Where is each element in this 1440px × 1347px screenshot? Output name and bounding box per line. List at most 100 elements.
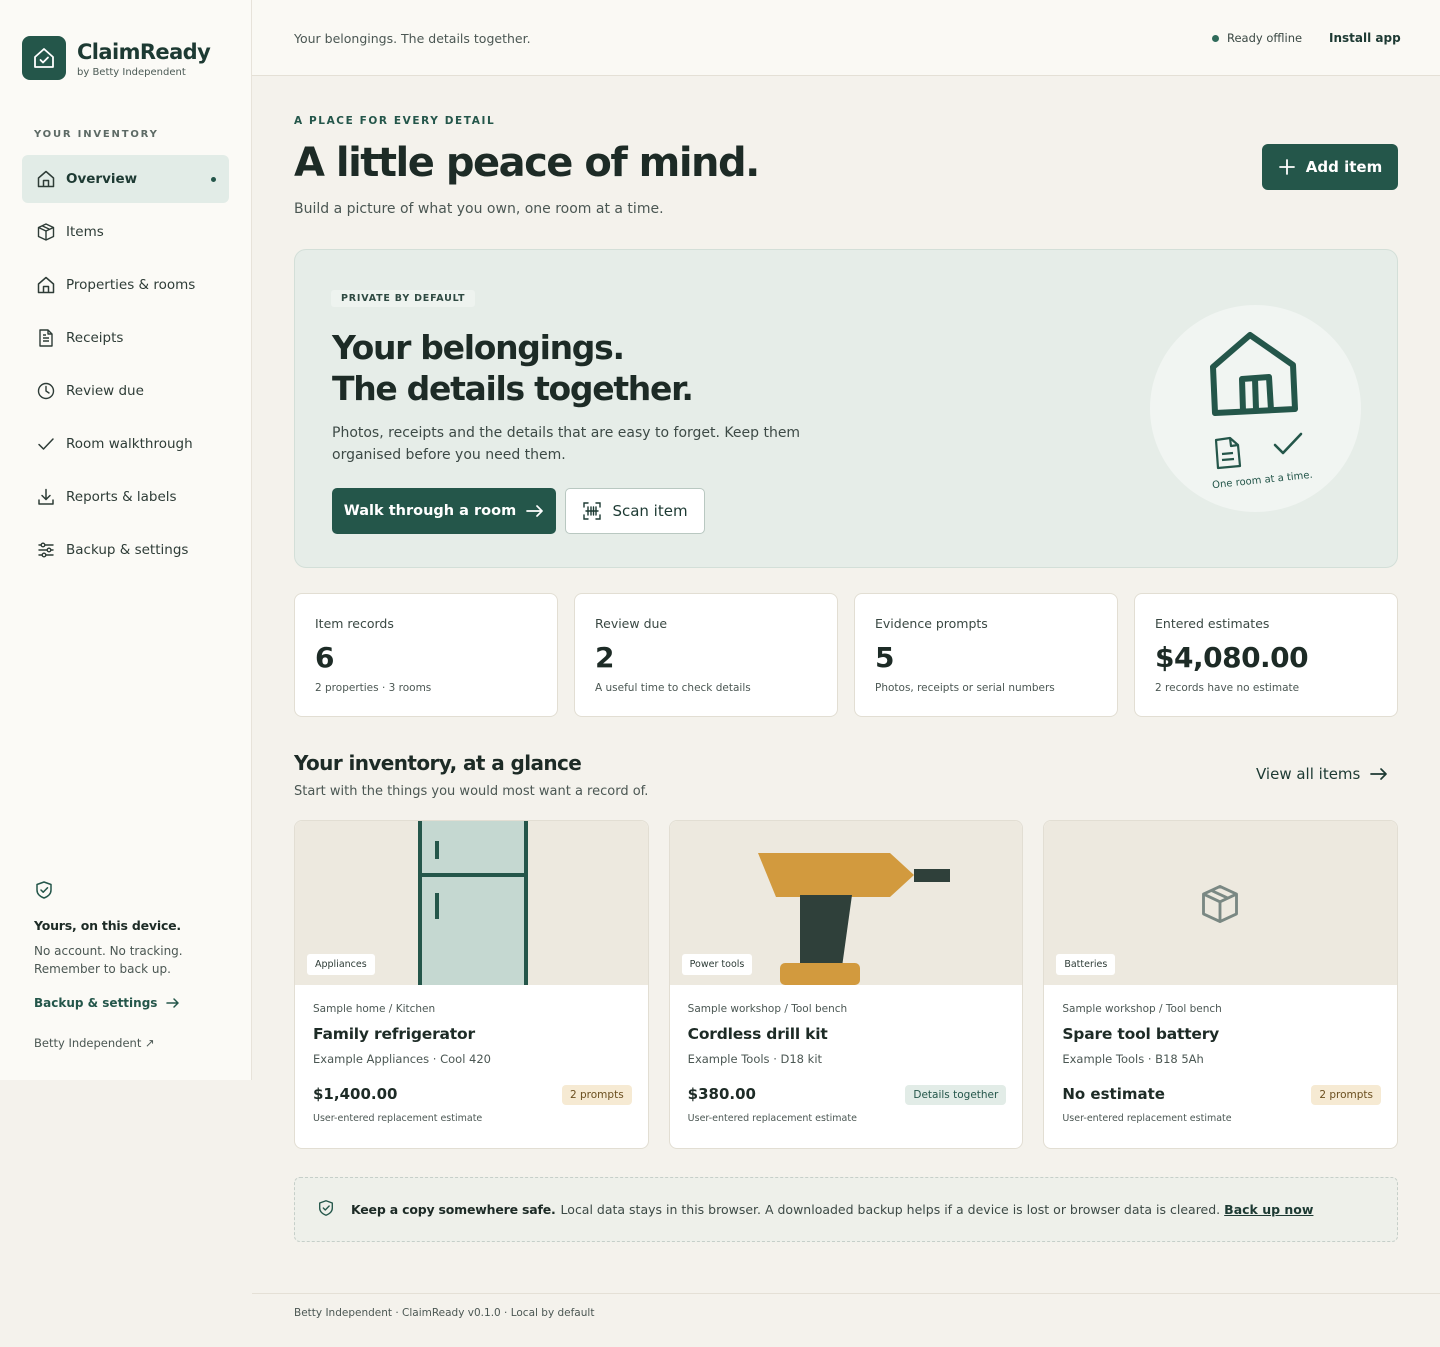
document-icon: [36, 328, 56, 348]
add-item-button[interactable]: Add item: [1262, 144, 1398, 190]
brand-logo-icon: [22, 36, 66, 80]
sidebar-item-backup-settings[interactable]: Backup & settings: [22, 526, 229, 574]
stat-label: Review due: [595, 616, 668, 631]
card-title: Spare tool battery: [1062, 1025, 1220, 1043]
status-label: Ready offline: [1227, 31, 1303, 45]
card-title: Family refrigerator: [313, 1025, 475, 1043]
house-icon: [1210, 332, 1298, 416]
backup-reminder: Keep a copy somewhere safe. Local data s…: [294, 1177, 1398, 1242]
footer-text: Betty Independent · ClaimReady v0.1.0 · …: [294, 1307, 595, 1319]
stat-card-evidence-prompts[interactable]: Evidence prompts 5 Photos, receipts or s…: [854, 593, 1118, 717]
credit-link[interactable]: Betty Independent ↗: [34, 1036, 224, 1050]
sidebar-nav: Overview Items Properties & rooms Receip…: [22, 155, 229, 579]
card-location: Sample workshop / Tool bench: [1062, 1003, 1222, 1015]
sidebar-footer-text: No account. No tracking.: [34, 944, 183, 958]
shield-check-icon: [317, 1199, 335, 1220]
stat-sub: Photos, receipts or serial numbers: [875, 682, 1055, 694]
scan-item-button[interactable]: Scan item: [565, 488, 705, 534]
stat-value: $4,080.00: [1155, 641, 1309, 674]
install-app-button[interactable]: Install app: [1329, 31, 1401, 45]
drill-icon: [757, 853, 950, 985]
backup-settings-link[interactable]: Backup & settings: [34, 996, 224, 1010]
sidebar-item-label: Overview: [66, 171, 138, 187]
status-dot: [1212, 34, 1219, 42]
sidebar-item-items[interactable]: Items: [22, 208, 229, 256]
card-note: User-entered replacement estimate: [1062, 1113, 1232, 1124]
arrow-right-icon: [526, 505, 544, 517]
stat-card-review-due[interactable]: Review due 2 A useful time to check deta…: [574, 593, 838, 717]
arrow-right-icon: [166, 998, 180, 1008]
card-image: Appliances: [295, 821, 648, 985]
topbar: Your belongings. The details together. R…: [252, 0, 1440, 76]
sidebar-item-review-due[interactable]: Review due: [22, 367, 229, 415]
sidebar-heading: YOUR INVENTORY: [34, 129, 159, 140]
page-title: A little peace of mind.: [294, 140, 760, 186]
item-cards: Appliances Sample home / Kitchen Family …: [294, 820, 1399, 1149]
hero-text: Photos, receipts and the details that ar…: [332, 425, 801, 463]
card-image: Power tools: [669, 821, 1023, 985]
item-card-spare-tool-battery[interactable]: Batteries Sample workshop / Tool bench S…: [1043, 820, 1399, 1149]
sliders-icon: [36, 540, 56, 560]
card-category: Appliances: [307, 954, 375, 975]
backup-title: Keep a copy somewhere safe.: [351, 1202, 556, 1217]
add-item-label: Add item: [1305, 158, 1383, 176]
card-model: Example Appliances · Cool 420: [313, 1052, 491, 1066]
hero-panel: PRIVATE BY DEFAULT Your belongings. The …: [294, 249, 1398, 568]
backup-text: Local data stays in this browser. A down…: [560, 1202, 1221, 1217]
card-model: Example Tools · B18 5Ah: [1062, 1052, 1204, 1066]
brand-name: ClaimReady: [77, 40, 211, 64]
back-up-now-link[interactable]: Back up now: [1224, 1202, 1313, 1217]
brand-sub: by Betty Independent: [77, 67, 186, 78]
sidebar-footer: Yours, on this device. No account. No tr…: [34, 880, 224, 1050]
hero-art-caption: One room at a time.: [1211, 469, 1314, 492]
stat-value: 5: [875, 641, 894, 674]
sidebar-item-label: Receipts: [66, 330, 124, 346]
walk-through-room-button[interactable]: Walk through a room: [332, 488, 556, 534]
glance-subtitle: Start with the things you would most wan…: [294, 784, 649, 799]
sidebar-footer-text: Remember to back up.: [34, 962, 171, 976]
sidebar-item-room-walkthrough[interactable]: Room walkthrough: [22, 420, 229, 468]
stat-value: 2: [595, 641, 614, 674]
hero-tag: PRIVATE BY DEFAULT: [331, 290, 476, 307]
box-icon: [1202, 884, 1239, 924]
stat-sub: A useful time to check details: [595, 682, 751, 694]
status-badge: Details together: [905, 1085, 1007, 1105]
brand[interactable]: ClaimReady by Betty Independent: [22, 36, 211, 80]
download-icon: [36, 487, 56, 507]
card-model: Example Tools · D18 kit: [687, 1052, 823, 1066]
sidebar-item-label: Properties & rooms: [66, 277, 196, 293]
stats-row: Item records 6 2 properties · 3 rooms Re…: [294, 593, 1398, 717]
page-footer: Betty Independent · ClaimReady v0.1.0 · …: [252, 1293, 1440, 1347]
sidebar-item-overview[interactable]: Overview: [22, 155, 229, 203]
page-subtitle: Build a picture of what you own, one roo…: [294, 201, 664, 217]
item-card-cordless-drill-kit[interactable]: Power tools Sample workshop / Tool bench…: [668, 820, 1024, 1149]
plus-icon: [1278, 159, 1295, 175]
stat-label: Evidence prompts: [875, 616, 988, 631]
card-note: User-entered replacement estimate: [313, 1113, 483, 1124]
item-card-family-refrigerator[interactable]: Appliances Sample home / Kitchen Family …: [294, 820, 649, 1149]
active-dot: [211, 177, 216, 182]
sidebar-item-properties-rooms[interactable]: Properties & rooms: [22, 261, 229, 309]
sidebar-item-label: Reports & labels: [66, 489, 177, 505]
stat-label: Item records: [315, 616, 394, 631]
card-location: Sample workshop / Tool bench: [687, 1003, 848, 1015]
stat-value: 6: [315, 641, 334, 674]
sidebar-item-label: Review due: [66, 383, 144, 399]
scan-item-label: Scan item: [612, 502, 688, 520]
status-badge: 2 prompts: [1311, 1085, 1382, 1105]
hero-title-line: The details together.: [332, 369, 694, 408]
sidebar-item-label: Items: [66, 224, 104, 240]
scan-icon: [583, 502, 602, 520]
checkmark-icon: [1273, 432, 1303, 455]
hero-title: Your belongings. The details together.: [332, 327, 694, 409]
check-icon: [36, 434, 56, 454]
stat-card-item-records[interactable]: Item records 6 2 properties · 3 rooms: [294, 593, 558, 717]
view-all-items-link[interactable]: View all items: [1256, 765, 1388, 783]
shield-check-icon: [34, 881, 54, 904]
card-location: Sample home / Kitchen: [313, 1003, 436, 1015]
sidebar-item-reports-labels[interactable]: Reports & labels: [22, 473, 229, 521]
sidebar: ClaimReady by Betty Independent YOUR INV…: [0, 0, 252, 1080]
stat-card-entered-estimates[interactable]: Entered estimates $4,080.00 2 records ha…: [1134, 593, 1398, 717]
hero-title-line: Your belongings.: [332, 328, 625, 367]
sidebar-item-receipts[interactable]: Receipts: [22, 314, 229, 362]
